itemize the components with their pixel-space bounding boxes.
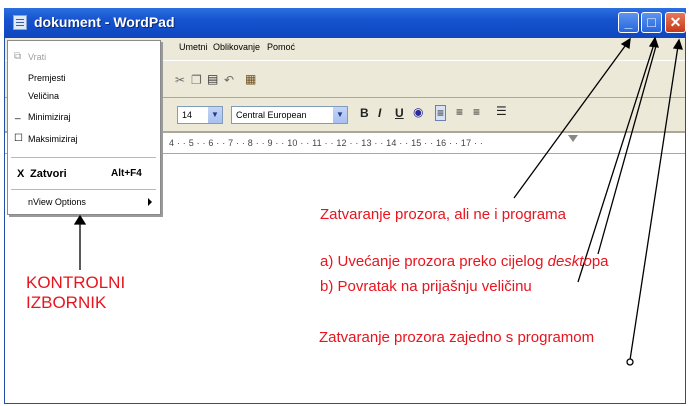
arrow-maximize-b (597, 45, 657, 255)
annotation-control-menu-line1: KONTROLNI (26, 273, 126, 292)
annotation-close: Zatvaranje prozora zajedno s programom (319, 329, 595, 346)
annotation-maximize-a-end: pa (591, 253, 609, 270)
arrow-maximize-a (577, 43, 655, 283)
annotation-control-menu-line2: IZBORNIK (26, 293, 107, 312)
arrowhead-icon (648, 36, 659, 48)
annotation-maximize-b: b) Povratak na prijašnju veličinu (320, 278, 532, 295)
arrow-close (629, 45, 679, 361)
arrow-minimize (513, 41, 629, 199)
arrowhead-icon (672, 38, 683, 50)
arrowhead-icon (73, 214, 87, 225)
arrow-origin (626, 358, 634, 366)
arrowhead-icon (620, 37, 631, 50)
annotation-minimize: Zatvaranje prozora, ali ne i programa (320, 206, 566, 223)
annotation-maximize-a-text: a) Uvećanje prozora preko cijelog (320, 253, 544, 270)
annotation-maximize-a-italic: deskto (547, 253, 592, 270)
annotation-maximize-a: a) Uvećanje prozora preko cijelog deskto… (320, 253, 609, 270)
